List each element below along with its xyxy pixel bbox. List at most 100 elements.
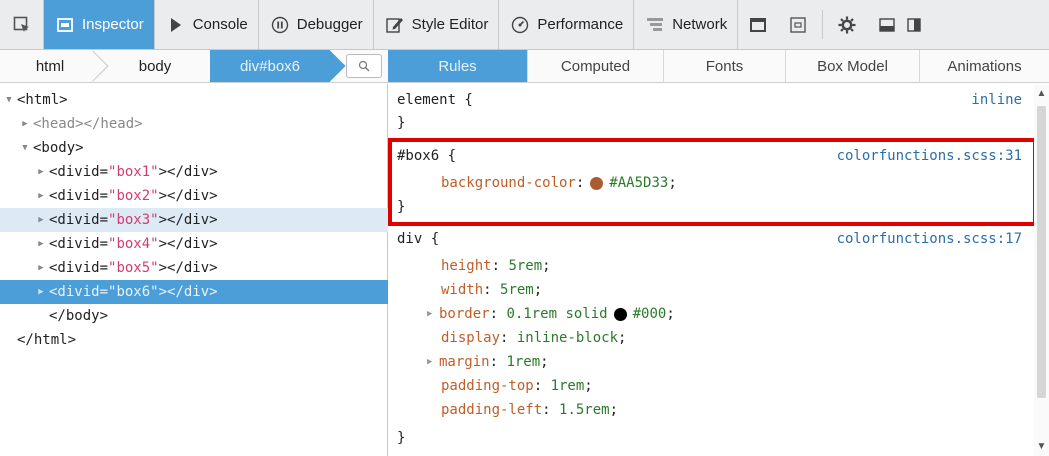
markup-node-html-close[interactable]: </html> (0, 328, 388, 352)
markup-attr-name: id= (82, 164, 109, 180)
markup-node-body-close[interactable]: </body> (0, 304, 388, 328)
markup-node-body[interactable]: ▼ <body> (0, 136, 388, 160)
sidebar-tabs: Rules Computed Fonts Box Model Animation… (388, 50, 1049, 83)
property-value-prefix[interactable]: 0.1rem solid (506, 306, 607, 322)
breadcrumb-item-div-box6[interactable]: div#box6 (210, 50, 330, 82)
tab-style-editor[interactable]: Style Editor (374, 0, 500, 49)
declaration-background-color[interactable]: background-color: #AA5D33; (441, 171, 1049, 195)
color-swatch[interactable] (613, 307, 627, 321)
property-value[interactable]: 5rem (500, 282, 534, 298)
collapse-twisty-icon[interactable]: ▶ (36, 191, 46, 201)
markup-node-text: <html> (17, 92, 68, 108)
markup-node-head[interactable]: ▶ <head></head> (0, 112, 388, 136)
rule-element[interactable]: element { inline (397, 88, 1037, 112)
tab-fonts[interactable]: Fonts (664, 50, 786, 82)
property-name[interactable]: width (441, 282, 483, 298)
toolbar-divider (822, 10, 824, 39)
tab-animations[interactable]: Animations (920, 50, 1049, 82)
property-name[interactable]: background-color (441, 175, 576, 191)
property-value[interactable]: 5rem (508, 258, 542, 274)
collapse-twisty-icon[interactable]: ▶ (36, 215, 46, 225)
collapse-twisty-icon[interactable]: ▶ (36, 167, 46, 177)
property-name[interactable]: padding-left (441, 402, 542, 418)
rule-box6[interactable]: #box6 { colorfunctions.scss:31 (397, 144, 1037, 168)
property-value[interactable]: 1rem (551, 378, 585, 394)
declaration-padding-left[interactable]: padding-left: 1.5rem; (441, 398, 1049, 422)
settings-button[interactable] (827, 0, 867, 49)
tab-debugger-label: Debugger (296, 16, 363, 33)
collapse-twisty-icon[interactable]: ▶ (36, 263, 46, 273)
markup-node-box4[interactable]: ▶ <div id= "box4" ></div> (0, 232, 388, 256)
tab-box-model[interactable]: Box Model (786, 50, 920, 82)
markup-node-box2[interactable]: ▶ <div id= "box2" ></div> (0, 184, 388, 208)
expand-twisty-icon[interactable]: ▼ (20, 143, 30, 153)
property-value[interactable]: #000 (633, 306, 667, 322)
expand-twisty-icon[interactable]: ▼ (4, 95, 14, 105)
declaration-border[interactable]: ▶ border: 0.1rem solid #000; (427, 302, 1049, 326)
responsive-mode-button[interactable] (738, 0, 778, 49)
markup-tag: ></div> (158, 260, 218, 276)
property-name[interactable]: display (441, 330, 500, 346)
breadcrumb-item-label: div#box6 (239, 57, 301, 75)
property-value[interactable]: 1.5rem (559, 402, 610, 418)
semicolon: ; (609, 402, 619, 418)
scratchpad-button[interactable] (778, 0, 818, 49)
declaration-margin[interactable]: ▶ margin: 1rem; (427, 350, 1049, 374)
tab-rules[interactable]: Rules (388, 50, 528, 82)
rules-scrollbar[interactable]: ▲ ▼ (1034, 84, 1049, 456)
collapse-twisty-icon[interactable]: ▶ (36, 239, 46, 249)
markup-tag: ></div> (158, 284, 218, 300)
colon: : (575, 175, 585, 191)
tab-computed[interactable]: Computed (528, 50, 664, 82)
markup-attr-value: "box2" (108, 188, 159, 204)
collapse-twisty-icon[interactable]: ▶ (36, 287, 46, 297)
expand-shorthand-icon[interactable]: ▶ (427, 309, 437, 319)
rule-brace: } (397, 115, 406, 131)
markup-node-box1[interactable]: ▶ <div id= "box1" ></div> (0, 160, 388, 184)
tab-network[interactable]: Network (634, 0, 739, 49)
rule-source-link[interactable]: colorfunctions.scss:17 (837, 231, 1022, 247)
property-value[interactable]: #AA5D33 (609, 175, 668, 191)
property-value[interactable]: 1rem (506, 354, 540, 370)
tab-inspector[interactable]: Inspector (44, 0, 155, 49)
markup-node-box6-selected[interactable]: ▶ <div id= "box6" ></div> (0, 280, 388, 304)
markup-node-box3[interactable]: ▶ <div id= "box3" ></div> (0, 208, 388, 232)
markup-node-html[interactable]: ▼ <html> (0, 88, 388, 112)
color-swatch[interactable] (590, 176, 604, 190)
property-name[interactable]: padding-top (441, 378, 534, 394)
split-button[interactable] (907, 0, 929, 49)
rule-selector: element { (397, 92, 473, 108)
property-name[interactable]: border (439, 306, 490, 322)
rule-source-link[interactable]: inline (971, 92, 1022, 108)
scroll-up-arrow-icon[interactable]: ▲ (1034, 88, 1049, 99)
property-name[interactable]: margin (439, 354, 490, 370)
breadcrumb-item-body[interactable]: body (100, 50, 210, 82)
element-picker-icon (13, 16, 29, 32)
declaration-width[interactable]: width: 5rem; (441, 278, 1049, 302)
dock-button[interactable] (867, 0, 907, 49)
tab-performance[interactable]: Performance (499, 0, 635, 49)
rule-close-brace: } (397, 111, 1037, 135)
declaration-padding-top[interactable]: padding-top: 1rem; (441, 374, 1049, 398)
element-picker-button[interactable] (0, 0, 44, 49)
tab-debugger[interactable]: Debugger (259, 0, 374, 49)
declaration-height[interactable]: height: 5rem; (441, 254, 1049, 278)
breadcrumb-item-html[interactable]: html (0, 50, 109, 82)
tab-performance-label: Performance (537, 16, 624, 33)
property-value[interactable]: inline-block (517, 330, 618, 346)
markup-attr-value: "box4" (108, 236, 159, 252)
markup-attr-value: "box1" (108, 164, 159, 180)
property-name[interactable]: height (441, 258, 492, 274)
tab-console[interactable]: Console (155, 0, 259, 49)
rule-div[interactable]: div { colorfunctions.scss:17 (397, 227, 1037, 251)
collapse-twisty-icon[interactable]: ▶ (20, 119, 30, 129)
rule-source-link[interactable]: colorfunctions.scss:31 (837, 148, 1022, 164)
scrollbar-thumb[interactable] (1037, 106, 1046, 398)
markup-attr-value: "box6" (108, 284, 159, 300)
markup-search-button[interactable] (340, 50, 388, 82)
markup-node-box5[interactable]: ▶ <div id= "box5" ></div> (0, 256, 388, 280)
breadcrumb-item-label: html (35, 57, 65, 75)
expand-shorthand-icon[interactable]: ▶ (427, 357, 437, 367)
declaration-display[interactable]: display: inline-block; (441, 326, 1049, 350)
scroll-down-arrow-icon[interactable]: ▼ (1034, 441, 1049, 452)
